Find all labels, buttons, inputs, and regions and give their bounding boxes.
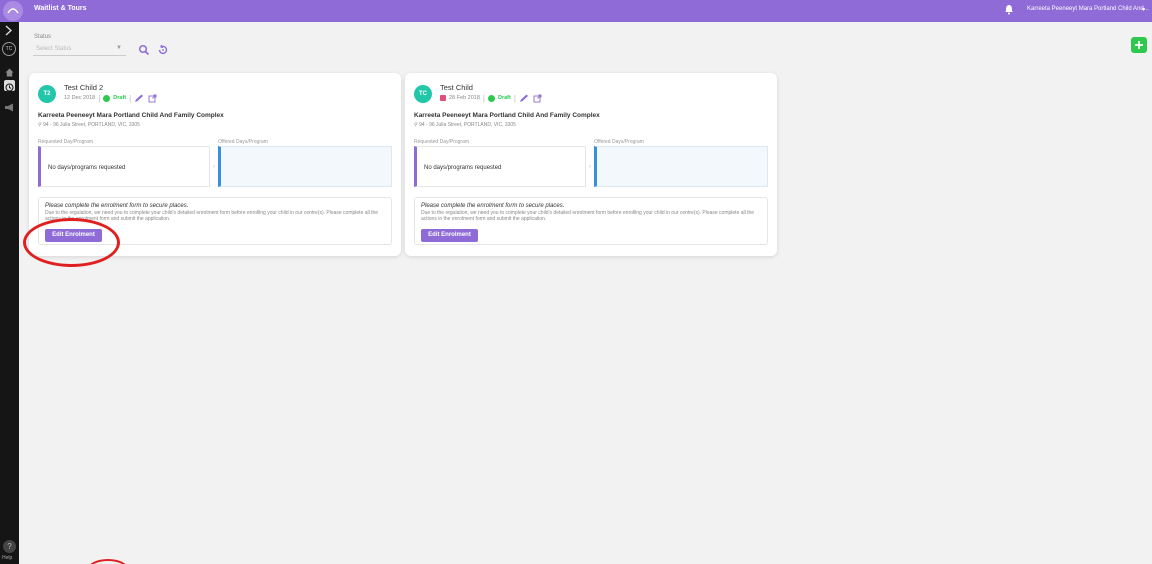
open-external-icon[interactable]: [533, 94, 542, 103]
separator: |: [482, 93, 485, 103]
open-external-icon[interactable]: [148, 94, 157, 103]
edit-pencil-icon[interactable]: [134, 94, 145, 103]
logo-icon: [4, 2, 22, 20]
chevron-down-icon[interactable]: ▾: [1142, 6, 1145, 13]
address-text: 94 - 96 Julia Street, PORTLAND, VIC, 330…: [43, 122, 140, 128]
calendar-icon: [440, 95, 446, 101]
requested-text: No days/programs requested: [48, 165, 126, 171]
separator: |: [513, 93, 516, 103]
status-badge: Draft: [113, 95, 127, 101]
requested-box: No days/programs requested: [414, 146, 586, 187]
notice-body: Due to the regulation, we need you to co…: [45, 210, 379, 222]
status-badge: Draft: [497, 95, 511, 101]
status-select[interactable]: Select Status ▼: [33, 42, 126, 56]
separator: |: [98, 93, 101, 103]
add-button[interactable]: [1131, 37, 1147, 53]
enrolment-notice: Please complete the enrolment form to se…: [414, 197, 768, 245]
location-pin-icon: ⚲: [414, 122, 418, 128]
search-icon[interactable]: [138, 43, 150, 56]
edit-enrolment-button[interactable]: Edit Enrolment: [421, 229, 478, 242]
offered-label: Offered Days/Program: [594, 139, 644, 145]
location-pin-icon: ⚲: [38, 122, 42, 128]
child-name: Test Child 2: [64, 83, 104, 92]
child-avatar: TC: [414, 85, 432, 103]
home-icon[interactable]: [5, 64, 14, 77]
app-title: Waitlist & Tours: [34, 5, 87, 12]
centre-name: Karreeta Peeneeyt Mara Portland Child An…: [414, 112, 600, 119]
megaphone-icon[interactable]: [4, 99, 15, 112]
enrolment-date: 12 Dec 2018: [64, 95, 96, 101]
edit-pencil-icon[interactable]: [519, 94, 530, 103]
top-bar: Waitlist & Tours Karreeta Peeneeyt Mara …: [0, 0, 1152, 22]
address-text: 94 - 96 Julia Street, PORTLAND, VIC, 330…: [419, 122, 516, 128]
draft-icon: [103, 94, 111, 102]
chevron-down-icon: ▼: [116, 45, 122, 51]
enrolment-date: 28 Feb 2018: [449, 95, 480, 101]
app-logo[interactable]: [3, 1, 23, 21]
child-avatar: T2: [38, 85, 56, 103]
chevron-right-icon[interactable]: [5, 25, 13, 39]
separator: |: [129, 93, 132, 103]
arrow-right-icon: ›: [589, 164, 591, 170]
status-placeholder: Select Status: [36, 46, 72, 52]
reset-icon[interactable]: [157, 43, 169, 55]
centre-address: ⚲ 94 - 96 Julia Street, PORTLAND, VIC, 3…: [38, 122, 140, 128]
arrow-right-icon: ›: [213, 164, 215, 170]
status-filter-label: Status: [34, 34, 52, 40]
notice-title: Please complete the enrolment form to se…: [421, 203, 565, 209]
left-sidebar: TC ? Help: [0, 22, 19, 564]
annotation-circle: [23, 218, 120, 267]
clock-icon[interactable]: [4, 80, 15, 92]
help-label[interactable]: Help: [2, 555, 12, 561]
child-name: Test Child: [440, 83, 473, 92]
user-menu[interactable]: Karreeta Peeneeyt Mara Portland Child An…: [1027, 6, 1149, 12]
notice-body: Due to the regulation, we need you to co…: [421, 210, 755, 222]
help-icon[interactable]: ?: [3, 540, 16, 553]
add-icon: [1135, 41, 1143, 49]
draft-icon: [487, 94, 495, 102]
requested-box: No days/programs requested: [38, 146, 210, 187]
centre-name: Karreeta Peeneeyt Mara Portland Child An…: [38, 112, 224, 119]
sidebar-avatar[interactable]: TC: [2, 42, 16, 56]
requested-text: No days/programs requested: [424, 165, 502, 171]
card-meta: 28 Feb 2018 | Draft |: [440, 93, 542, 103]
requested-label: Requested Day/Program: [414, 139, 470, 145]
enrolment-card: TC Test Child 28 Feb 2018 | Draft | Karr…: [405, 73, 777, 256]
notice-title: Please complete the enrolment form to se…: [45, 203, 189, 209]
annotation-arc: [88, 559, 128, 564]
requested-label: Requested Day/Program: [38, 139, 94, 145]
centre-address: ⚲ 94 - 96 Julia Street, PORTLAND, VIC, 3…: [414, 122, 516, 128]
bell-icon[interactable]: [1003, 4, 1015, 16]
offered-box: [594, 146, 768, 187]
card-meta: 12 Dec 2018 | Draft |: [64, 93, 157, 103]
offered-box: [218, 146, 392, 187]
offered-label: Offered Days/Program: [218, 139, 268, 145]
